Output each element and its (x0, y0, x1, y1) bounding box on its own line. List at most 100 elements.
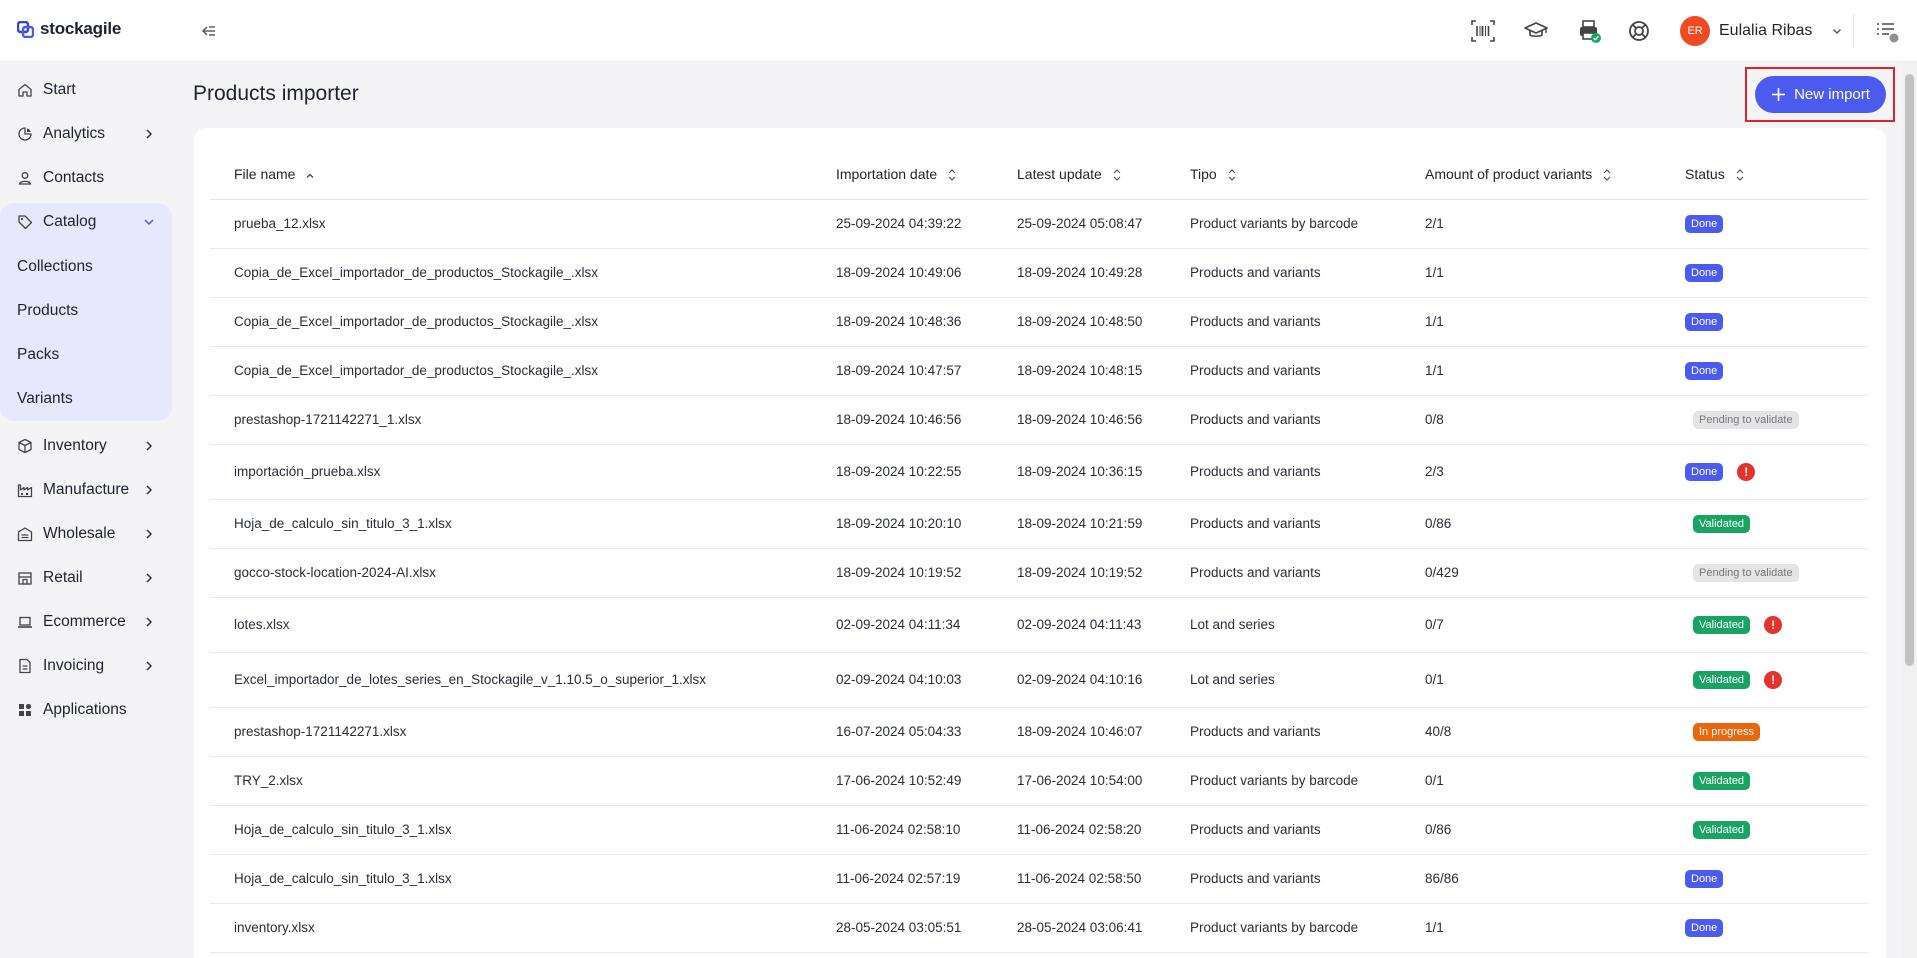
column-header-status[interactable]: Status (1685, 150, 1868, 200)
status-cell: Done (1685, 297, 1868, 347)
page-scrollbar[interactable] (1902, 62, 1917, 958)
latest-update-cell: 11-06-2024 02:58:20 (1017, 805, 1190, 855)
importation-date-cell: 18-09-2024 10:46:56 (836, 395, 1017, 445)
table-row[interactable]: Copia_de_Excel_importador_de_productos_S… (210, 297, 1868, 347)
status-cell: Validated! (1685, 652, 1868, 708)
analytics-icon (18, 127, 32, 141)
sidebar-item-label: Catalog (43, 213, 97, 230)
importation-date-cell: 25-09-2024 04:39:22 (836, 199, 1017, 249)
type-cell: Lot and series (1190, 597, 1425, 653)
sidebar-item-manufacture[interactable]: Manufacture (0, 468, 172, 512)
amount-cell: 0/7 (1425, 597, 1685, 653)
user-menu[interactable]: ER Eulalia Ribas (1680, 16, 1843, 46)
table-row[interactable]: prestashop-1721142271_1.xlsx 18-09-2024 1… (210, 395, 1868, 445)
table-row[interactable]: Copia_de_Excel_importador_de_productos_S… (210, 346, 1868, 396)
latest-update-cell: 02-09-2024 04:10:16 (1017, 652, 1190, 708)
new-import-label: New import (1794, 86, 1870, 103)
file-name-cell: Copia_de_Excel_importador_de_productos_S… (210, 297, 836, 347)
status-badge: Done (1685, 312, 1724, 331)
table-row[interactable]: Excel_importador_de_lotes_series_en_Stoc… (210, 652, 1868, 708)
printer-status-button[interactable] (1575, 17, 1603, 45)
latest-update-cell: 18-09-2024 10:46:56 (1017, 395, 1190, 445)
table-row[interactable]: Hoja_de_calculo_sin_titulo_3_1.xlsx 11-06… (210, 805, 1868, 855)
amount-cell: 1/1 (1425, 346, 1685, 396)
chevron-right-icon (146, 441, 153, 451)
status-cell: Done (1685, 854, 1868, 904)
latest-update-cell: 18-09-2024 10:49:28 (1017, 248, 1190, 298)
sidebar-item-invoicing[interactable]: Invoicing (0, 644, 172, 688)
sidebar-item-retail[interactable]: Retail (0, 556, 172, 600)
sidebar-item-start[interactable]: Start (0, 68, 172, 112)
column-header-latest-update[interactable]: Latest update (1017, 150, 1190, 200)
file-name-cell: importación_prueba.xlsx (210, 444, 836, 500)
sidebar-item-ecommerce[interactable]: Ecommerce (0, 600, 172, 644)
sidebar-item-analytics[interactable]: Analytics (0, 112, 172, 156)
table-row[interactable]: prueba_12.xlsx 25-09-2024 04:39:22 25-09-2… (210, 199, 1868, 249)
table-row[interactable]: importación_prueba.xlsx 18-09-2024 10:22:… (210, 444, 1868, 500)
type-cell: Products and variants (1190, 854, 1425, 904)
column-header-importation-date[interactable]: Importation date (836, 150, 1017, 200)
sort-icon (1228, 169, 1236, 182)
amount-cell: 0/86 (1425, 805, 1685, 855)
sidebar-item-contacts[interactable]: Contacts (0, 156, 172, 200)
user-icon (18, 172, 32, 185)
sidebar-item-applications[interactable]: Applications (0, 688, 172, 732)
academy-button[interactable] (1522, 17, 1550, 45)
amount-cell: 40/8 (1425, 707, 1685, 757)
file-name-cell: prueba_12.xlsx (210, 199, 836, 249)
table-row[interactable]: lotes.xlsx 02-09-2024 04:11:34 02-09-2024 … (210, 597, 1868, 653)
amount-cell: 0/86 (1425, 499, 1685, 549)
warning-icon[interactable]: ! (1764, 670, 1783, 689)
tasks-button[interactable] (1873, 17, 1901, 45)
column-header-amount[interactable]: Amount of product variants (1425, 150, 1685, 200)
warning-icon[interactable]: ! (1764, 615, 1783, 634)
table-row[interactable]: prestashop-1721142271.xlsx 16-07-2024 05:… (210, 707, 1868, 757)
importation-date-cell: 02-09-2024 04:10:03 (836, 652, 1017, 708)
imports-table: File name Importation date Latest update… (210, 150, 1868, 953)
warning-icon[interactable]: ! (1737, 462, 1756, 481)
new-import-button[interactable]: New import (1755, 76, 1886, 113)
sidebar-item-inventory[interactable]: Inventory (0, 424, 172, 468)
latest-update-cell: 25-09-2024 05:08:47 (1017, 199, 1190, 249)
app-logo[interactable]: stockagile (17, 19, 121, 39)
amount-cell: 0/429 (1425, 548, 1685, 598)
table-row[interactable]: TRY_2.xlsx 17-06-2024 10:52:49 17-06-2024 … (210, 756, 1868, 806)
sort-icon (948, 169, 956, 182)
top-bar: stockagile ER Eulalia Ribas (0, 0, 1917, 62)
graduation-cap-icon (1524, 22, 1548, 37)
table-row[interactable]: Hoja_de_calculo_sin_titulo_3_1.xlsx 11-06… (210, 854, 1868, 904)
help-button[interactable] (1625, 17, 1653, 45)
column-header-file-name[interactable]: File name (210, 150, 836, 200)
file-name-cell: Copia_de_Excel_importador_de_productos_S… (210, 248, 836, 298)
sidebar-subitem-packs[interactable]: Packs (17, 346, 59, 364)
column-header-tipo[interactable]: Tipo (1190, 150, 1425, 200)
page-title: Products importer (193, 82, 359, 105)
amount-cell: 2/1 (1425, 199, 1685, 249)
file-name-cell: lotes.xlsx (210, 597, 836, 653)
status-badge: Done (1685, 214, 1724, 233)
chevron-right-icon (146, 129, 153, 139)
sidebar-subitem-products[interactable]: Products (17, 302, 78, 320)
sidebar-subitem-collections[interactable]: Collections (17, 258, 93, 276)
chevron-down-icon (144, 219, 154, 226)
importation-date-cell: 18-09-2024 10:20:10 (836, 499, 1017, 549)
chevron-right-icon (146, 661, 153, 671)
scrollbar-thumb[interactable] (1905, 74, 1914, 666)
table-row[interactable]: Copia_de_Excel_importador_de_productos_S… (210, 248, 1868, 298)
barcode-scanner-button[interactable] (1469, 17, 1497, 45)
latest-update-cell: 28-05-2024 03:06:41 (1017, 903, 1190, 953)
table-row[interactable]: Hoja_de_calculo_sin_titulo_3_1.xlsx 18-09… (210, 499, 1868, 549)
amount-cell: 0/1 (1425, 756, 1685, 806)
status-badge: Validated (1693, 514, 1751, 533)
table-row[interactable]: gocco-stock-location-2024-AI.xlsx 18-09-2… (210, 548, 1868, 598)
brand-name: stockagile (40, 19, 122, 38)
sidebar-item-catalog[interactable]: Catalog (0, 200, 172, 244)
table-row[interactable]: inventory.xlsx 28-05-2024 03:05:51 28-05-2… (210, 903, 1868, 953)
sidebar-item-wholesale[interactable]: Wholesale (0, 512, 172, 556)
file-name-cell: prestashop-1721142271.xlsx (210, 707, 836, 757)
sidebar-subitem-variants[interactable]: Variants (17, 390, 73, 408)
collapse-sidebar-button[interactable] (196, 18, 222, 44)
status-cell: Done (1685, 199, 1868, 249)
status-badge: Done (1685, 263, 1724, 282)
status-badge: Done (1685, 869, 1724, 888)
